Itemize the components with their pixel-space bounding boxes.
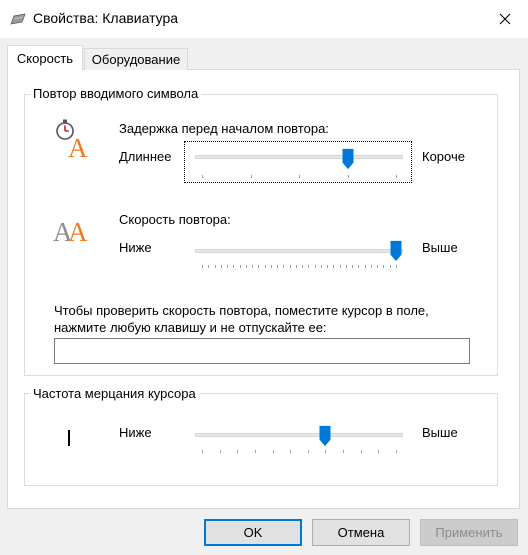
- tab-hardware-label: Оборудование: [91, 52, 181, 67]
- slider-tick: [333, 265, 334, 268]
- blink-min-label: Ниже: [119, 425, 152, 440]
- slider-tick: [221, 265, 222, 268]
- slider-tick: [227, 265, 228, 268]
- slider-tick: [215, 265, 216, 268]
- slider-tick: [361, 450, 362, 453]
- apply-button[interactable]: Применить: [420, 519, 518, 546]
- blink-slider-track: [195, 433, 403, 437]
- cursor-preview: [68, 430, 70, 446]
- slider-tick: [271, 265, 272, 268]
- slider-tick: [358, 265, 359, 268]
- slider-tick: [237, 450, 238, 453]
- slider-tick: [308, 265, 309, 268]
- slider-tick: [383, 265, 384, 268]
- slider-tick: [343, 450, 344, 453]
- repeat-rate-slider[interactable]: [195, 240, 403, 274]
- apply-button-label: Применить: [435, 525, 503, 540]
- slider-tick: [251, 175, 252, 178]
- blink-group-title: Частота мерцания курсора: [30, 386, 199, 401]
- repeat-delay-label: Задержка перед началом повтора:: [119, 121, 329, 136]
- close-button[interactable]: [482, 0, 528, 38]
- ok-button[interactable]: OK: [204, 519, 302, 546]
- slider-tick: [308, 450, 309, 453]
- repeat-rate-slider-thumb[interactable]: [389, 240, 403, 262]
- tab-speed[interactable]: Скорость: [7, 45, 83, 70]
- tab-hardware[interactable]: Оборудование: [84, 48, 188, 70]
- slider-tick: [290, 450, 291, 453]
- repeat-delay-slider-thumb[interactable]: [341, 148, 355, 170]
- repeat-delay-slider-ticks: [195, 175, 403, 178]
- slider-tick: [233, 265, 234, 268]
- slider-tick: [277, 265, 278, 268]
- test-hint-line1: Чтобы проверить скорость повтора, помест…: [54, 303, 429, 318]
- slider-tick: [390, 265, 391, 268]
- slider-tick: [378, 450, 379, 453]
- slider-tick: [220, 450, 221, 453]
- svg-text:A: A: [68, 217, 88, 244]
- slider-tick: [371, 265, 372, 268]
- repeat-delay-slider[interactable]: [195, 146, 403, 182]
- slider-tick: [208, 265, 209, 268]
- blink-max-label: Выше: [422, 425, 458, 440]
- slider-tick: [283, 265, 284, 268]
- repeat-group-title: Повтор вводимого символа: [30, 86, 202, 101]
- repeat-delay-min-label: Длиннее: [119, 149, 172, 164]
- slider-tick: [377, 265, 378, 268]
- blink-slider-thumb[interactable]: [318, 425, 332, 447]
- slider-tick: [299, 175, 300, 178]
- slider-tick: [396, 175, 397, 178]
- cancel-button[interactable]: Отмена: [312, 519, 410, 546]
- svg-text:A: A: [68, 133, 88, 160]
- repeat-rate-label: Скорость повтора:: [119, 212, 231, 227]
- slider-tick: [258, 265, 259, 268]
- slider-tick: [396, 450, 397, 453]
- cancel-button-label: Отмена: [337, 525, 385, 540]
- slider-tick: [352, 265, 353, 268]
- test-hint-line2: нажмите любую клавишу и не отпускайте ее…: [54, 320, 327, 335]
- repeat-delay-slider-track: [195, 155, 403, 159]
- slider-tick: [202, 265, 203, 268]
- repeat-rate-min-label: Ниже: [119, 240, 152, 255]
- repeat-rate-icon: A A: [53, 217, 88, 244]
- slider-tick: [255, 450, 256, 453]
- slider-tick: [348, 175, 349, 178]
- slider-tick: [290, 265, 291, 268]
- slider-tick: [396, 265, 397, 268]
- repeat-rate-slider-ticks: [195, 265, 403, 268]
- slider-tick: [302, 265, 303, 268]
- tab-speed-label: Скорость: [16, 50, 74, 66]
- slider-tick: [325, 450, 326, 453]
- repeat-delay-max-label: Короче: [422, 149, 465, 164]
- ok-button-label: OK: [243, 525, 263, 540]
- close-icon: [499, 13, 511, 25]
- repeat-rate-slider-track: [195, 249, 403, 253]
- slider-tick: [315, 265, 316, 268]
- slider-tick: [321, 265, 322, 268]
- slider-tick: [240, 265, 241, 268]
- slider-tick: [273, 450, 274, 453]
- repeat-rate-max-label: Выше: [422, 240, 458, 255]
- blink-slider[interactable]: [195, 425, 403, 459]
- keyboard-icon: [10, 13, 26, 25]
- slider-tick: [202, 175, 203, 178]
- blink-slider-ticks: [195, 450, 403, 453]
- slider-tick: [246, 265, 247, 268]
- slider-tick: [327, 265, 328, 268]
- window-title: Свойства: Клавиатура: [33, 10, 179, 26]
- slider-tick: [340, 265, 341, 268]
- slider-tick: [265, 265, 266, 268]
- repeat-delay-icon: A: [56, 119, 88, 160]
- slider-tick: [202, 450, 203, 453]
- slider-tick: [365, 265, 366, 268]
- slider-tick: [296, 265, 297, 268]
- repeat-test-input[interactable]: [54, 338, 470, 364]
- slider-tick: [252, 265, 253, 268]
- slider-tick: [346, 265, 347, 268]
